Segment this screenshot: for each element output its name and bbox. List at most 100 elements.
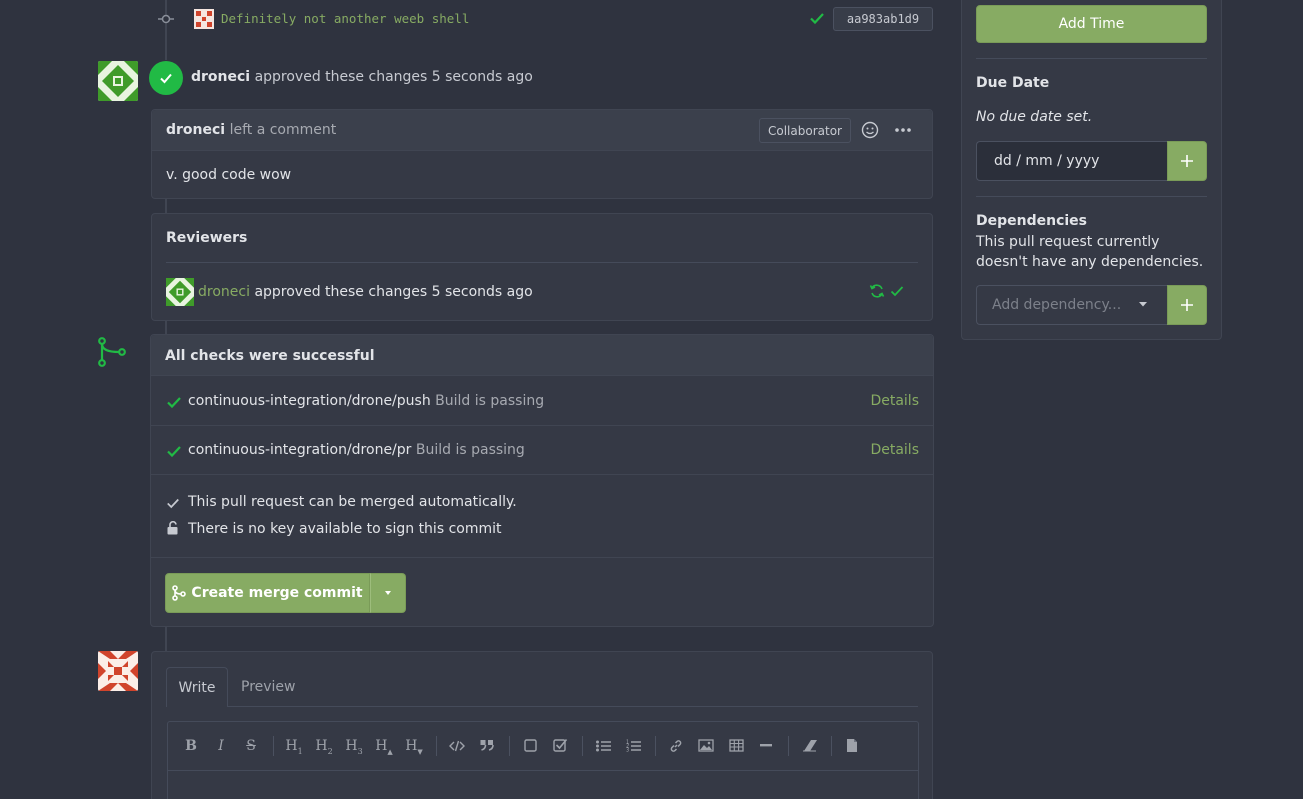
review-event-action: approved these changes 5 seconds ago [254, 69, 533, 85]
reviewers-panel: Reviewers droneci approved these changes… [151, 213, 933, 321]
checks-heading: All checks were successful [165, 348, 375, 364]
unlock-icon [166, 521, 180, 535]
merge-style-dropdown-button[interactable] [370, 573, 406, 613]
checkbox-checked-icon[interactable] [553, 738, 568, 752]
code-icon[interactable] [449, 739, 465, 753]
comment-action: left a comment [229, 122, 337, 138]
reviewer-avatar[interactable] [166, 278, 194, 306]
heading-letter: H [405, 738, 418, 754]
markdown-editor[interactable] [167, 721, 919, 799]
toolbar-separator [509, 736, 510, 756]
svg-text:3: 3 [626, 748, 629, 753]
image-icon[interactable] [698, 739, 714, 752]
signing-text: There is no key available to sign this c… [188, 521, 502, 537]
reviewers-heading: Reviewers [166, 230, 248, 246]
check-row-pr: continuous-integration/drone/pr Build is… [188, 442, 525, 458]
dependencies-heading: Dependencies [976, 213, 1088, 229]
reviewer-user[interactable]: droneci [198, 284, 250, 300]
strikethrough-button[interactable]: S [239, 735, 263, 757]
merge-button-icon [172, 585, 187, 601]
quote-icon[interactable] [480, 739, 494, 751]
comment-body: v. good code wow [166, 167, 292, 183]
review-comment-box: droneci left a comment Collaborator v. g… [151, 109, 933, 199]
reviewer-row-text: droneci approved these changes 5 seconds… [198, 284, 533, 300]
check-row-push: continuous-integration/drone/push Build … [188, 393, 544, 409]
heading-letter: H [375, 738, 388, 754]
checks-divider [151, 425, 933, 426]
heading-letter: H [345, 738, 358, 754]
merge-button-label: Create merge commit [191, 585, 363, 601]
re-request-review-icon[interactable] [869, 283, 885, 299]
tab-preview[interactable]: Preview [241, 679, 296, 695]
reaction-smiley-icon[interactable] [861, 121, 879, 139]
check-status: Build is passing [435, 393, 545, 409]
heading-3-button[interactable]: H3 [342, 735, 366, 763]
unordered-list-icon[interactable] [596, 740, 611, 752]
check-context: continuous-integration/drone/push [188, 393, 431, 409]
eraser-icon[interactable] [802, 739, 818, 752]
mergeable-text: This pull request can be merged automati… [188, 494, 517, 510]
heading-bigger-button[interactable]: H▲ [372, 735, 396, 763]
checks-divider [151, 557, 933, 558]
table-icon[interactable] [729, 739, 744, 752]
commit-author-avatar[interactable] [194, 9, 214, 29]
reviewers-divider [166, 262, 918, 263]
add-due-date-button[interactable] [1167, 141, 1207, 181]
heading-1-button[interactable]: H1 [282, 735, 306, 763]
check-status: Build is passing [415, 442, 525, 458]
caret-down-icon [385, 591, 391, 595]
commit-sha-label[interactable]: aa983ab1d9 [833, 7, 933, 31]
italic-button[interactable]: I [209, 735, 233, 757]
heading-smaller-button[interactable]: H▼ [402, 735, 426, 763]
link-icon[interactable] [669, 739, 683, 753]
comment-user[interactable]: droneci [166, 122, 225, 138]
mergeable-check-icon [166, 496, 180, 510]
timeline-line [165, 0, 167, 60]
due-date-empty-text: No due date set. [976, 109, 1093, 125]
tab-divider [228, 706, 918, 707]
dropdown-caret-icon[interactable] [1139, 302, 1147, 307]
sidebar-divider [976, 58, 1207, 59]
due-date-input[interactable]: dd / mm / yyyy [976, 141, 1168, 181]
commit-dot-icon [158, 11, 174, 27]
add-dependency-button[interactable] [1167, 285, 1207, 325]
commit-message[interactable]: Definitely not another weeb shell [221, 11, 469, 26]
check-success-icon [166, 443, 182, 459]
horizontal-rule-icon[interactable] [759, 742, 773, 748]
plus-icon [1181, 299, 1193, 311]
heading-letter: H [285, 738, 298, 754]
add-time-button[interactable]: Add Time [976, 5, 1207, 43]
create-merge-commit-button[interactable]: Create merge commit [165, 573, 370, 613]
toolbar-separator [831, 736, 832, 756]
add-dependency-placeholder: Add dependency... [992, 297, 1122, 313]
sidebar-divider [976, 196, 1207, 197]
bold-button[interactable]: B [179, 735, 203, 757]
checkbox-empty-icon[interactable] [524, 739, 537, 752]
reviewer-action: approved these changes 5 seconds ago [254, 284, 533, 300]
droneci-avatar[interactable] [98, 61, 138, 101]
file-icon[interactable] [846, 738, 858, 753]
checks-divider [151, 474, 933, 475]
toolbar-separator [273, 736, 274, 756]
commit-status-check-icon[interactable] [809, 10, 825, 26]
ordered-list-icon[interactable]: 123 [626, 739, 641, 752]
git-merge-icon [97, 337, 127, 367]
merge-checks-panel: All checks were successful continuous-in… [150, 334, 934, 627]
heading-2-button[interactable]: H2 [312, 735, 336, 763]
toolbar-divider [168, 770, 918, 771]
check-details-link[interactable]: Details [870, 393, 919, 409]
toolbar-separator [788, 736, 789, 756]
heading-letter: H [315, 738, 328, 754]
tab-write[interactable]: Write [166, 667, 228, 707]
more-options-icon[interactable] [894, 122, 912, 138]
due-date-input-placeholder: dd / mm / yyyy [994, 153, 1100, 169]
check-context: continuous-integration/drone/pr [188, 442, 412, 458]
toolbar-separator [582, 736, 583, 756]
current-user-avatar[interactable] [98, 651, 138, 691]
review-event-user[interactable]: droneci [191, 69, 250, 85]
check-details-link[interactable]: Details [870, 442, 919, 458]
timeline-line [165, 626, 167, 652]
comment-header-text: droneci left a comment [166, 122, 336, 138]
review-event-text: droneci approved these changes 5 seconds… [191, 69, 533, 85]
approved-badge-icon [149, 61, 183, 95]
